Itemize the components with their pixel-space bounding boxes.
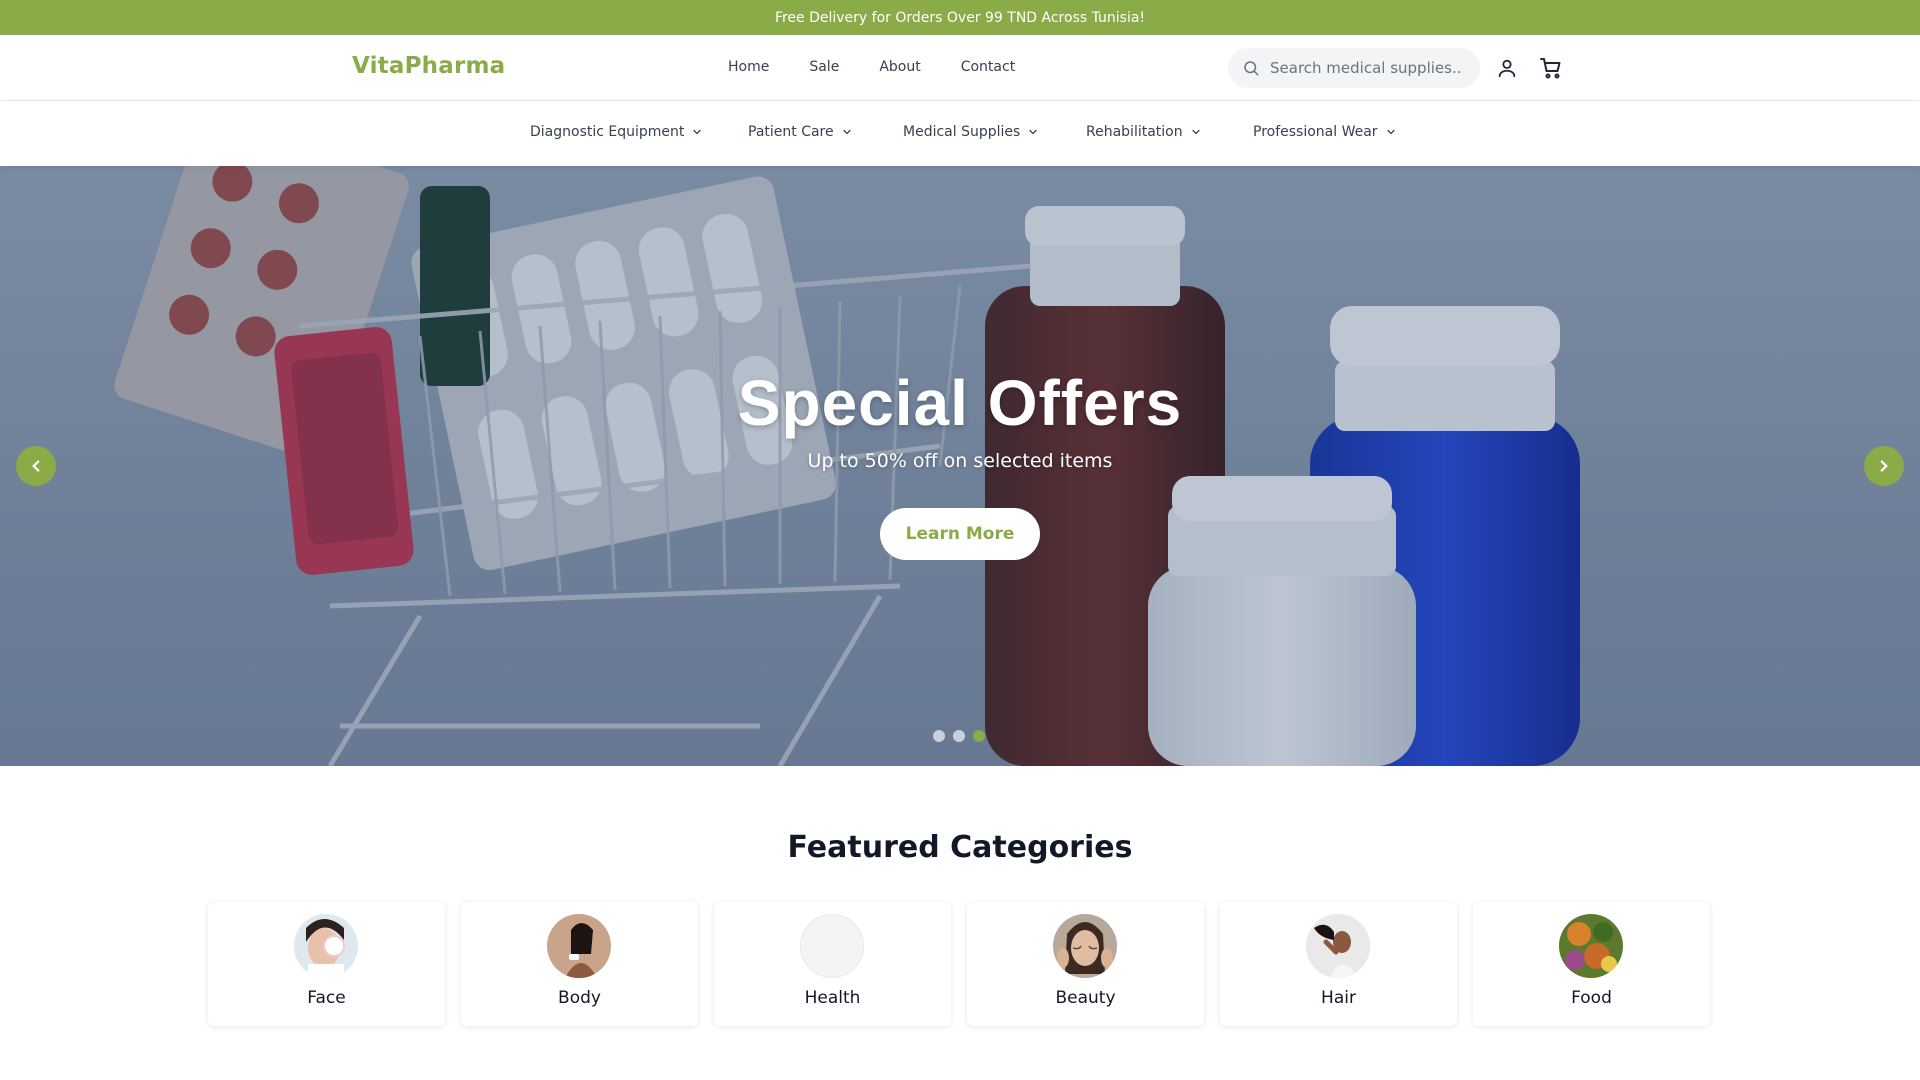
promo-bar: Free Delivery for Orders Over 99 TND Acr… [0, 0, 1920, 35]
carousel-dot-3[interactable] [973, 730, 985, 742]
site-header: VitaPharma Home Sale About Contact [0, 35, 1920, 101]
chevron-down-icon [1029, 129, 1037, 135]
hero-title: Special Offers [737, 367, 1183, 439]
category-card-health[interactable]: Health [714, 902, 951, 1026]
user-icon [1498, 59, 1516, 78]
account-button[interactable] [1494, 55, 1520, 81]
search-box [1228, 48, 1480, 88]
promo-text: Free Delivery for Orders Over 99 TND Acr… [774, 9, 1146, 26]
hero-subtitle: Up to 50% off on selected items [807, 450, 1113, 472]
hero-carousel: Special Offers Up to 50% off on selected… [0, 166, 1920, 766]
search-input[interactable] [1270, 59, 1460, 77]
nav-link-about[interactable]: About [879, 59, 920, 75]
category-card-label: Health [804, 988, 861, 1008]
chevron-down-icon [1191, 129, 1200, 135]
category-image-face [294, 914, 358, 978]
category-card-beauty[interactable]: Beauty [967, 902, 1204, 1026]
search-icon [1244, 61, 1259, 76]
category-image-beauty [1053, 914, 1117, 978]
category-label: Patient Care [748, 124, 834, 140]
category-card-label: Food [1571, 988, 1612, 1008]
chevron-left-icon [32, 460, 40, 472]
category-card-body[interactable]: Body [461, 902, 698, 1026]
cart-icon [1540, 58, 1561, 79]
carousel-dot-1[interactable] [933, 730, 945, 742]
nav-link-sale[interactable]: Sale [809, 59, 839, 75]
chevron-down-icon [693, 129, 702, 135]
carousel-indicators [933, 730, 985, 742]
category-image-food [1559, 914, 1623, 978]
carousel-prev-button[interactable] [16, 446, 56, 486]
nav-link-home[interactable]: Home [728, 59, 769, 75]
category-card-label: Body [558, 988, 601, 1008]
category-rehabilitation[interactable]: Rehabilitation [1086, 124, 1202, 140]
cart-button[interactable] [1538, 55, 1564, 81]
carousel-dot-2[interactable] [953, 730, 965, 742]
category-label: Rehabilitation [1086, 124, 1183, 140]
category-card-label: Hair [1321, 988, 1356, 1008]
category-medical-supplies[interactable]: Medical Supplies [903, 124, 1039, 140]
category-label: Diagnostic Equipment [530, 124, 685, 140]
category-nav: Diagnostic Equipment Patient Care Medica… [0, 101, 1920, 166]
chevron-down-icon [1386, 129, 1395, 135]
category-label: Professional Wear [1253, 124, 1378, 140]
chevron-down-icon [843, 129, 851, 135]
carousel-next-button[interactable] [1864, 446, 1904, 486]
brand-logo[interactable]: VitaPharma [352, 53, 505, 79]
category-label: Medical Supplies [903, 124, 1021, 140]
category-card-label: Face [307, 988, 346, 1008]
featured-categories-title: Featured Categories [787, 830, 1133, 865]
category-card-hair[interactable]: Hair [1220, 902, 1457, 1026]
category-card-face[interactable]: Face [208, 902, 445, 1026]
category-card-label: Beauty [1055, 988, 1116, 1008]
nav-link-contact[interactable]: Contact [961, 59, 1015, 75]
learn-more-button[interactable]: Learn More [880, 508, 1040, 560]
chevron-right-icon [1880, 460, 1888, 472]
category-card-food[interactable]: Food [1473, 902, 1710, 1026]
category-image-hair [1306, 914, 1370, 978]
top-nav: Home Sale About Contact [728, 59, 1015, 75]
featured-categories-list: Face Body Health Beauty Hair Food [208, 902, 1710, 1026]
category-patient-care[interactable]: Patient Care [748, 124, 853, 140]
category-diagnostic-equipment[interactable]: Diagnostic Equipment [530, 124, 703, 140]
category-image-health [800, 914, 864, 978]
category-professional-wear[interactable]: Professional Wear [1253, 124, 1397, 140]
category-image-body [547, 914, 611, 978]
